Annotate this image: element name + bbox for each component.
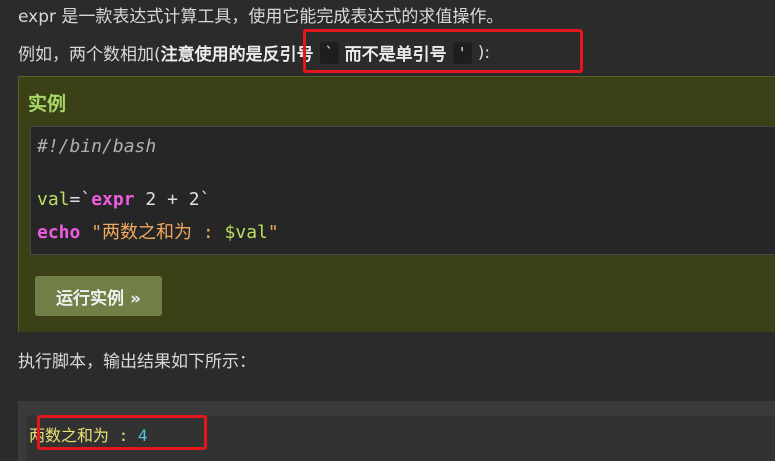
example-panel: 实例 #!/bin/bash val=`expr 2 + 2` echo "两数…: [18, 76, 775, 332]
example-title: 实例: [28, 93, 67, 115]
code-block: #!/bin/bash val=`expr 2 + 2` echo "两数之和为…: [30, 126, 775, 255]
run-example-button[interactable]: 运行实例 »: [35, 276, 162, 316]
code-op: =`: [69, 189, 92, 210]
note-text: 注意使用的是: [160, 45, 263, 65]
code-line-echo: echo "两数之和为 : $val": [37, 218, 279, 244]
code-string-end: ": [267, 222, 279, 243]
description-prefix: 例如，两个数相加(: [18, 45, 161, 65]
code-var: val: [37, 189, 70, 210]
intro-paragraph: expr 是一款表达式计算工具，使用它能完成表达式的求值操作。: [18, 7, 504, 27]
code-line-shebang: #!/bin/bash: [37, 136, 157, 157]
code-keyword-echo: echo: [37, 222, 81, 243]
code-variable-ref: $val: [224, 222, 268, 243]
code-line-assign: val=`expr 2 + 2`: [37, 189, 210, 210]
highlight-box-quotes: [303, 29, 583, 73]
code-keyword-expr: expr: [91, 189, 135, 210]
highlight-box-output: [37, 415, 207, 450]
code-expression: 2 + 2`: [134, 189, 211, 210]
output-description: 执行脚本，输出结果如下所示：: [18, 352, 256, 372]
code-string: "两数之和为 :: [80, 222, 225, 243]
